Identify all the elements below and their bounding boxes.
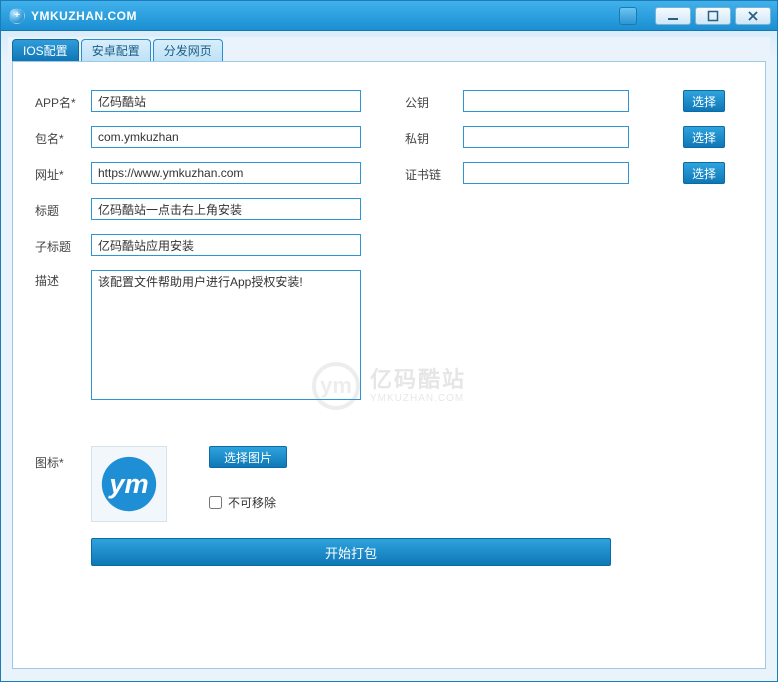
not-removable-checkbox-row[interactable]: 不可移除 [209, 494, 287, 511]
desc-label: 描述 [35, 270, 91, 289]
minimize-button[interactable] [655, 7, 691, 25]
not-removable-label: 不可移除 [228, 494, 276, 511]
pubkey-input[interactable] [463, 90, 629, 112]
package-input[interactable] [91, 126, 361, 148]
window-title: YMKUZHAN.COM [31, 9, 137, 23]
title-input[interactable] [91, 198, 361, 220]
subtitle-input[interactable] [91, 234, 361, 256]
prikey-input[interactable] [463, 126, 629, 148]
certchain-label: 证书链 [405, 164, 453, 183]
svg-text:ym: ym [107, 468, 148, 499]
app-window: YMKUZHAN.COM IOS配置 安卓配置 分发网页 ym 亿码酷站 YMK… [0, 0, 778, 682]
close-button[interactable] [735, 7, 771, 25]
tab-distribute-web[interactable]: 分发网页 [153, 39, 223, 61]
titlebar[interactable]: YMKUZHAN.COM [1, 1, 777, 31]
maximize-button[interactable] [695, 7, 731, 25]
certchain-select-button[interactable]: 选择 [683, 162, 725, 184]
tray-icon[interactable] [619, 7, 637, 25]
desc-textarea[interactable] [91, 270, 361, 400]
app-name-input[interactable] [91, 90, 361, 112]
tab-ios-config[interactable]: IOS配置 [12, 39, 79, 61]
tab-android-config[interactable]: 安卓配置 [81, 39, 151, 61]
icon-thumbnail: ym [91, 446, 167, 522]
start-build-button[interactable]: 开始打包 [91, 538, 611, 566]
client-area: IOS配置 安卓配置 分发网页 ym 亿码酷站 YMKUZHAN.COM APP… [8, 37, 770, 673]
app-icon [9, 8, 25, 24]
pubkey-select-button[interactable]: 选择 [683, 90, 725, 112]
ios-config-panel: ym 亿码酷站 YMKUZHAN.COM APP名* 包名* [12, 61, 766, 669]
prikey-select-button[interactable]: 选择 [683, 126, 725, 148]
url-input[interactable] [91, 162, 361, 184]
icon-label: 图标* [35, 446, 91, 471]
prikey-label: 私钥 [405, 128, 453, 147]
not-removable-checkbox[interactable] [209, 496, 222, 509]
app-name-label: APP名* [35, 92, 91, 111]
select-image-button[interactable]: 选择图片 [209, 446, 287, 468]
tab-bar: IOS配置 安卓配置 分发网页 [8, 37, 770, 61]
subtitle-label: 子标题 [35, 236, 91, 255]
pubkey-label: 公钥 [405, 92, 453, 111]
certchain-input[interactable] [463, 162, 629, 184]
url-label: 网址* [35, 164, 91, 183]
title-label: 标题 [35, 200, 91, 219]
package-label: 包名* [35, 128, 91, 147]
